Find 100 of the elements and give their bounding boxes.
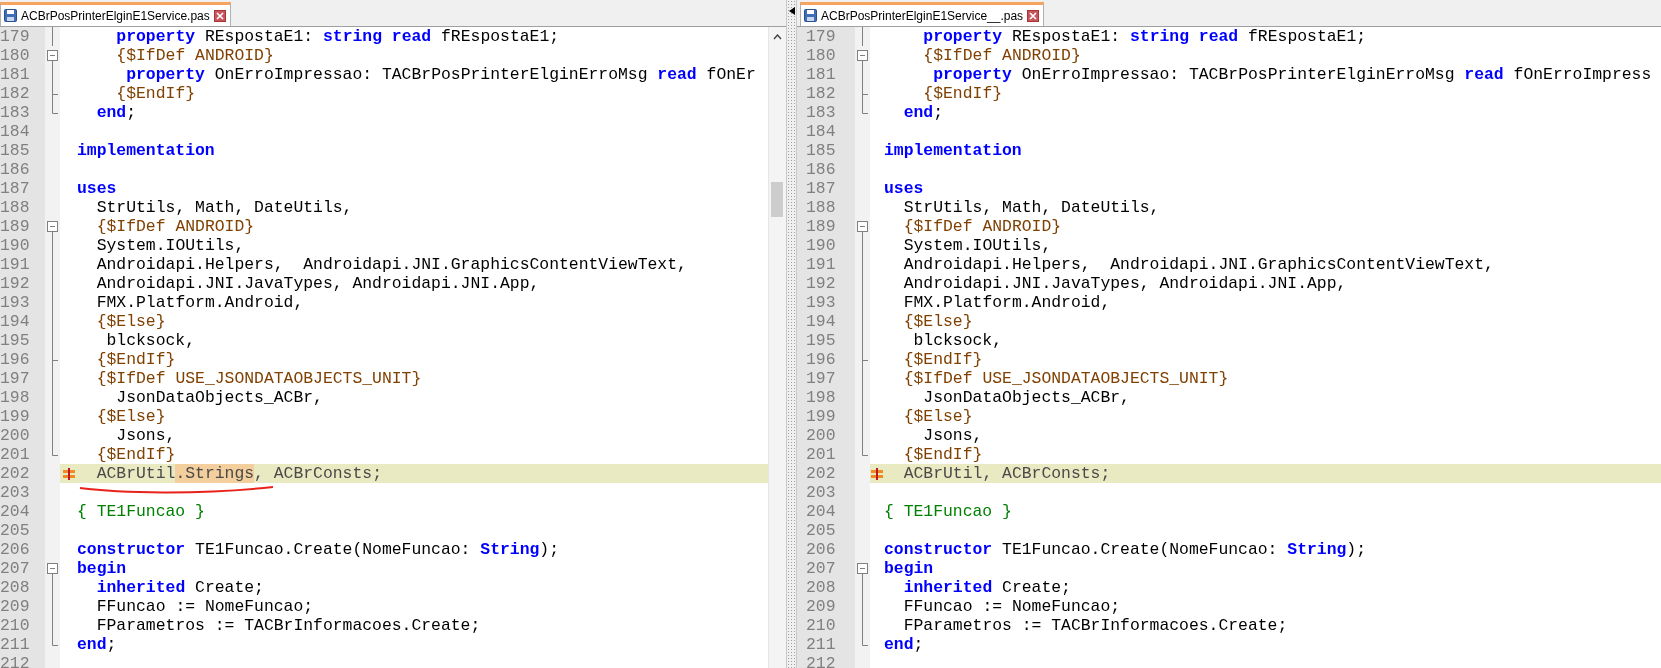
fold-branch-icon xyxy=(52,84,58,103)
code-text: ; xyxy=(126,103,137,122)
line-number: 203 xyxy=(797,483,855,502)
line-number: 195 xyxy=(0,331,45,350)
line-number: 182 xyxy=(0,84,45,103)
scroll-up-icon[interactable] xyxy=(773,34,782,40)
line-number: 182 xyxy=(797,84,855,103)
line-number: 179 xyxy=(0,27,45,46)
directive-text: {$EndIf} xyxy=(903,350,983,369)
keyword-text: begin xyxy=(77,559,127,578)
vertical-scrollbar[interactable] xyxy=(768,27,786,668)
line-number: 202 xyxy=(0,464,45,483)
code-text: OnErroImpressao: TACBrPosPrinterElginErroMsg xyxy=(214,65,649,84)
close-icon[interactable] xyxy=(1027,9,1040,22)
line-number: 212 xyxy=(0,654,45,668)
code-text: Create; xyxy=(195,578,264,597)
line-number: 187 xyxy=(797,179,855,198)
keyword-text: end xyxy=(96,103,127,122)
line-number: 205 xyxy=(797,521,855,540)
code-text: FMX.Platform.Android, xyxy=(96,293,304,312)
line-number: 200 xyxy=(797,426,855,445)
directive-text: {$IfDef ANDROID} xyxy=(903,217,1062,236)
keyword-text: inherited xyxy=(96,578,186,597)
keyword-text: String xyxy=(480,540,540,559)
code-text: fREspostaE1; xyxy=(1248,27,1367,46)
line-number: 190 xyxy=(0,236,45,255)
line-number: 196 xyxy=(797,350,855,369)
fold-minus-icon[interactable] xyxy=(857,221,868,236)
fold-end-icon xyxy=(52,103,58,114)
file-tab[interactable]: ACBrPosPrinterElginE1Service.pas xyxy=(0,2,231,26)
code-text: REspostaE1: xyxy=(204,27,315,46)
line-number: 184 xyxy=(797,122,855,141)
keyword-text: inherited xyxy=(903,578,993,597)
line-number: 185 xyxy=(0,141,45,160)
code-text: FFuncao := NomeFuncao; xyxy=(903,597,1121,616)
changed-line-icon xyxy=(871,467,883,480)
line-number: 208 xyxy=(797,578,855,597)
code-text: ACBrUtil, ACBrConsts; xyxy=(903,464,1111,483)
code-text: FFuncao := NomeFuncao; xyxy=(96,597,314,616)
code-text: TE1Funcao.Create(NomeFuncao: xyxy=(1002,540,1279,559)
fold-minus-icon[interactable] xyxy=(857,50,868,65)
line-number: 185 xyxy=(797,141,855,160)
fold-minus-icon[interactable] xyxy=(47,563,58,578)
code-text: ); xyxy=(1346,540,1366,559)
code-text: StrUtils, Math, DateUtils, xyxy=(96,198,353,217)
line-number: 193 xyxy=(0,293,45,312)
code-text: FMX.Platform.Android, xyxy=(903,293,1111,312)
keyword-text: read xyxy=(391,27,432,46)
line-number: 192 xyxy=(0,274,45,293)
line-number: 204 xyxy=(0,502,45,521)
line-number: 206 xyxy=(0,540,45,559)
fold-minus-icon[interactable] xyxy=(47,50,58,65)
code-text: Jsons, xyxy=(923,426,983,445)
line-number: 188 xyxy=(797,198,855,217)
keyword-text: property xyxy=(116,27,196,46)
code-text: TE1Funcao.Create(NomeFuncao: xyxy=(195,540,472,559)
line-number: 192 xyxy=(797,274,855,293)
keyword-text: end xyxy=(903,103,934,122)
line-number: 194 xyxy=(0,312,45,331)
comment-text: { TE1Funcao } xyxy=(884,502,1012,521)
keyword-text: read xyxy=(657,65,697,84)
line-number: 189 xyxy=(797,217,855,236)
close-icon[interactable] xyxy=(213,9,226,22)
line-number: 210 xyxy=(797,616,855,635)
fold-branch-icon xyxy=(52,350,58,369)
keyword-text: uses xyxy=(77,179,117,198)
changed-line-icon xyxy=(62,467,75,480)
code-text: REspostaE1: xyxy=(1011,27,1122,46)
directive-text: {$EndIf} xyxy=(96,350,176,369)
keyword-text: implementation xyxy=(77,141,215,160)
code-text: JsonDataObjects_ACBr, xyxy=(116,388,323,407)
fold-minus-icon[interactable] xyxy=(857,563,868,578)
code-text: OnErroImpressao: TACBrPosPrinterElginErroMsg xyxy=(1021,65,1456,84)
line-number: 183 xyxy=(0,103,45,122)
code-text: fOnEr xyxy=(706,65,756,84)
line-number: 207 xyxy=(0,559,45,578)
line-number: 191 xyxy=(797,255,855,274)
code-text: FParametros := TACBrInformacoes.Create; xyxy=(96,616,481,635)
keyword-text: implementation xyxy=(884,141,1022,160)
file-tab[interactable]: ACBrPosPrinterElginE1Service__.pas xyxy=(800,2,1045,26)
line-number: 204 xyxy=(797,502,855,521)
directive-text: {$Else} xyxy=(96,312,166,331)
fold-end-icon xyxy=(52,445,58,456)
arrow-left-icon[interactable] xyxy=(789,7,795,15)
line-number: 188 xyxy=(0,198,45,217)
code-text: ; xyxy=(106,635,117,654)
fold-minus-icon[interactable] xyxy=(47,221,58,236)
line-number: 179 xyxy=(797,27,855,46)
line-number: 200 xyxy=(0,426,45,445)
directive-text: {$IfDef ANDROID} xyxy=(116,46,274,65)
keyword-text: begin xyxy=(884,559,934,578)
line-number: 195 xyxy=(797,331,855,350)
fold-branch-icon xyxy=(862,84,868,103)
scrollbar-thumb[interactable] xyxy=(771,182,783,217)
keyword-text: property xyxy=(923,27,1003,46)
keyword-text: read xyxy=(1198,27,1239,46)
comment-text: { TE1Funcao } xyxy=(77,502,205,521)
line-number: 201 xyxy=(797,445,855,464)
keyword-text: end xyxy=(884,635,914,654)
code-text: System.IOUtils, xyxy=(96,236,245,255)
